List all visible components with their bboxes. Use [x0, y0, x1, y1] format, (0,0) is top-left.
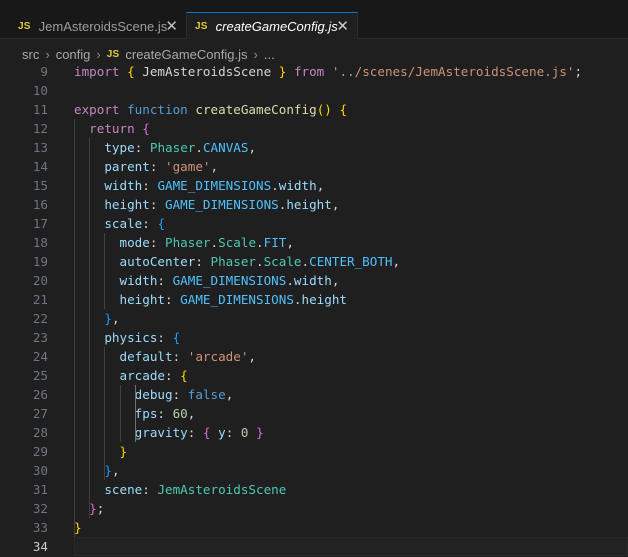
code-text: debug: false,	[134, 387, 234, 402]
line-number: 27	[32, 406, 48, 421]
line-number: 33	[32, 520, 48, 535]
line-number: 26	[32, 387, 48, 402]
code-line[interactable]: 23 physics: {	[0, 328, 628, 347]
indent-guide	[119, 385, 121, 442]
code-text: }	[119, 444, 128, 459]
code-line[interactable]: 26 debug: false,	[0, 385, 628, 404]
code-line[interactable]: 15 width: GAME_DIMENSIONS.width,	[0, 176, 628, 195]
line-number: 16	[32, 197, 48, 212]
code-text: import { JemAsteroidsScene } from '../sc…	[74, 64, 583, 79]
breadcrumb-item-src[interactable]: src	[22, 47, 39, 62]
line-number: 23	[32, 330, 48, 345]
line-number: 28	[32, 425, 48, 440]
code-text: mode: Phaser.Scale.FIT,	[119, 235, 294, 250]
code-line[interactable]: 16 height: GAME_DIMENSIONS.height,	[0, 195, 628, 214]
code-line[interactable]: 24 default: 'arcade',	[0, 347, 628, 366]
code-text: autoCenter: Phaser.Scale.CENTER_BOTH,	[119, 254, 401, 269]
code-line[interactable]: 10	[0, 81, 628, 100]
line-number: 32	[32, 501, 48, 516]
code-line[interactable]: 13 type: Phaser.CANVAS,	[0, 138, 628, 157]
line-number: 22	[32, 311, 48, 326]
code-text: parent: 'game',	[104, 159, 219, 174]
javascript-file-icon: JS	[195, 20, 208, 32]
code-text: export function createGameConfig() {	[74, 102, 348, 117]
code-line[interactable]: 32 };	[0, 499, 628, 518]
breadcrumb: src › config › JS createGameConfig.js › …	[22, 44, 275, 64]
line-number: 14	[32, 159, 48, 174]
code-line[interactable]: 25 arcade: {	[0, 366, 628, 385]
line-number: 19	[32, 254, 48, 269]
code-text: height: GAME_DIMENSIONS.height	[119, 292, 348, 307]
code-line[interactable]: 18 mode: Phaser.Scale.FIT,	[0, 233, 628, 252]
line-number: 9	[40, 64, 48, 79]
code-text: },	[104, 311, 120, 326]
code-line[interactable]: 29 }	[0, 442, 628, 461]
code-line[interactable]: 22 },	[0, 309, 628, 328]
code-text: }	[74, 520, 82, 535]
code-text: scene: JemAsteroidsScene	[104, 482, 287, 497]
code-line[interactable]: 11 export function createGameConfig() {	[0, 100, 628, 119]
code-line[interactable]: 12 return {	[0, 119, 628, 138]
chevron-right-icon: ›	[45, 46, 50, 62]
current-line-highlight	[74, 537, 628, 556]
code-line[interactable]: 17 scale: {	[0, 214, 628, 233]
code-line[interactable]: 28 gravity: { y: 0 }	[0, 423, 628, 442]
code-line[interactable]: 31 scene: JemAsteroidsScene	[0, 480, 628, 499]
line-number: 11	[32, 102, 48, 117]
code-line[interactable]: 33}	[0, 518, 628, 537]
breadcrumb-item-config[interactable]: config	[56, 47, 91, 62]
code-text: height: GAME_DIMENSIONS.height,	[104, 197, 340, 212]
line-number: 12	[32, 121, 48, 136]
line-number: 31	[32, 482, 48, 497]
code-line[interactable]: 19 autoCenter: Phaser.Scale.CENTER_BOTH,	[0, 252, 628, 271]
breadcrumb-item-file[interactable]: createGameConfig.js	[125, 47, 247, 62]
code-editor[interactable]: 9 import { JemAsteroidsScene } from '../s…	[0, 62, 628, 557]
tab-jem-asteroids-scene[interactable]: JS JemAsteroidsScene.js ✕	[10, 12, 186, 40]
code-text: default: 'arcade',	[119, 349, 257, 364]
code-text: return {	[89, 121, 150, 136]
code-line[interactable]: 34	[0, 537, 628, 556]
tab-label: JemAsteroidsScene.js	[38, 18, 168, 34]
code-text: scale: {	[104, 216, 166, 231]
code-line[interactable]: 27 fps: 60,	[0, 404, 628, 423]
javascript-file-icon: JS	[106, 48, 120, 60]
line-number: 18	[32, 235, 48, 250]
code-text: type: Phaser.CANVAS,	[104, 140, 257, 155]
tab-label: createGameConfig.js	[215, 18, 338, 34]
line-number: 24	[32, 349, 48, 364]
line-number: 13	[32, 140, 48, 155]
code-line[interactable]: 30 },	[0, 461, 628, 480]
line-number: 17	[32, 216, 48, 231]
code-text: gravity: { y: 0 }	[134, 425, 264, 440]
chevron-right-icon: ›	[253, 46, 258, 62]
code-text: arcade: {	[119, 368, 188, 383]
code-text: },	[104, 463, 120, 478]
code-line[interactable]: 21 height: GAME_DIMENSIONS.height	[0, 290, 628, 309]
line-number: 10	[32, 83, 48, 98]
line-number: 30	[32, 463, 48, 478]
line-number: 29	[32, 444, 48, 459]
indent-guide	[74, 119, 75, 537]
tab-bar: JS JemAsteroidsScene.js ✕ JS createGameC…	[0, 0, 628, 39]
chevron-right-icon: ›	[96, 46, 101, 62]
indent-guide	[104, 233, 106, 309]
javascript-file-icon: JS	[18, 20, 31, 32]
indent-guide	[89, 138, 91, 518]
line-number: 20	[32, 273, 48, 288]
tab-create-game-config[interactable]: JS createGameConfig.js ✕	[186, 12, 358, 39]
code-text: width: GAME_DIMENSIONS.width,	[104, 178, 325, 193]
code-line[interactable]: 9 import { JemAsteroidsScene } from '../s…	[0, 62, 628, 81]
line-number: 25	[32, 368, 48, 383]
breadcrumb-item-symbols[interactable]: ...	[264, 47, 275, 62]
close-icon[interactable]: ✕	[165, 17, 178, 35]
indent-guide	[104, 347, 106, 480]
code-line[interactable]: 20 width: GAME_DIMENSIONS.width,	[0, 271, 628, 290]
line-number: 34	[32, 539, 48, 554]
close-icon[interactable]: ✕	[336, 17, 349, 35]
code-text: width: GAME_DIMENSIONS.width,	[119, 273, 340, 288]
line-number: 15	[32, 178, 48, 193]
code-line[interactable]: 14 parent: 'game',	[0, 157, 628, 176]
line-number: 21	[32, 292, 48, 307]
indent-guide	[134, 385, 136, 442]
